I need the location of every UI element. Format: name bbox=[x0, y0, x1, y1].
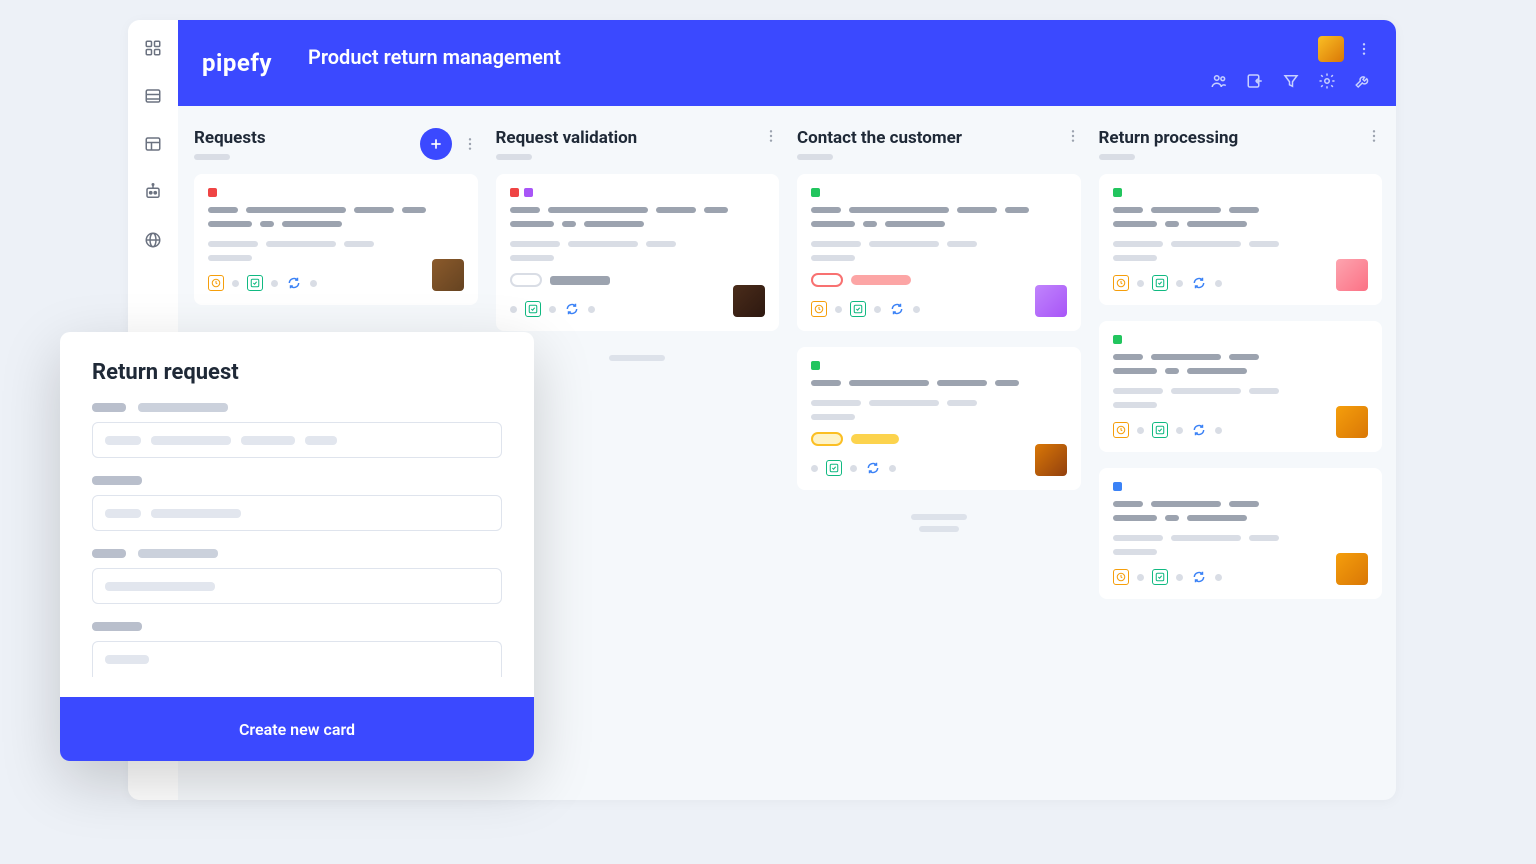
clock-icon bbox=[811, 301, 827, 317]
refresh-icon bbox=[1191, 569, 1207, 585]
tag-red bbox=[208, 188, 217, 197]
kanban-card[interactable] bbox=[496, 174, 780, 331]
clock-icon bbox=[1113, 569, 1129, 585]
kanban-card[interactable] bbox=[1099, 321, 1383, 452]
refresh-icon bbox=[286, 275, 302, 291]
clock-icon bbox=[1113, 275, 1129, 291]
column-contact: Contact the customer bbox=[797, 128, 1081, 790]
form-field bbox=[92, 403, 502, 458]
column-footer-skeleton bbox=[919, 526, 959, 532]
modal-title: Return request bbox=[92, 360, 502, 385]
refresh-icon bbox=[1191, 422, 1207, 438]
page-title: Product return management bbox=[308, 45, 561, 69]
column-footer-skeleton bbox=[609, 355, 665, 361]
add-card-button[interactable] bbox=[420, 128, 452, 160]
column-title: Request validation bbox=[496, 128, 764, 148]
form-field bbox=[92, 476, 502, 531]
clock-icon bbox=[1113, 422, 1129, 438]
checkbox-icon bbox=[525, 301, 541, 317]
refresh-icon bbox=[1191, 275, 1207, 291]
more-icon[interactable] bbox=[1356, 41, 1372, 57]
text-input[interactable] bbox=[92, 422, 502, 458]
layout-icon[interactable] bbox=[143, 134, 163, 154]
column-title: Requests bbox=[194, 128, 420, 148]
checkbox-icon bbox=[1152, 275, 1168, 291]
column-title: Return processing bbox=[1099, 128, 1367, 148]
assignee-avatar bbox=[1035, 285, 1067, 317]
assignee-avatar bbox=[1336, 553, 1368, 585]
assignee-avatar bbox=[733, 285, 765, 317]
list-icon[interactable] bbox=[143, 86, 163, 106]
create-card-button[interactable]: Create new card bbox=[60, 697, 534, 761]
gear-icon[interactable] bbox=[1318, 72, 1336, 90]
refresh-icon bbox=[889, 301, 905, 317]
text-input[interactable] bbox=[92, 568, 502, 604]
column-footer-skeleton bbox=[911, 514, 967, 520]
robot-icon[interactable] bbox=[143, 182, 163, 202]
kanban-card[interactable] bbox=[797, 174, 1081, 331]
kanban-card[interactable] bbox=[1099, 174, 1383, 305]
checkbox-icon bbox=[850, 301, 866, 317]
kanban-card[interactable] bbox=[194, 174, 478, 305]
assignee-avatar bbox=[1336, 406, 1368, 438]
apps-icon[interactable] bbox=[143, 38, 163, 58]
form-field bbox=[92, 549, 502, 604]
refresh-icon bbox=[564, 301, 580, 317]
checkbox-icon bbox=[247, 275, 263, 291]
import-icon[interactable] bbox=[1246, 72, 1264, 90]
clock-icon bbox=[208, 275, 224, 291]
column-more-icon[interactable] bbox=[1065, 128, 1081, 144]
kanban-card[interactable] bbox=[1099, 468, 1383, 599]
text-input[interactable] bbox=[92, 495, 502, 531]
assignee-avatar bbox=[1336, 259, 1368, 291]
assignee-avatar bbox=[432, 259, 464, 291]
checkbox-icon bbox=[1152, 422, 1168, 438]
assignee-avatar bbox=[1035, 444, 1067, 476]
members-icon[interactable] bbox=[1210, 72, 1228, 90]
header: pipefy Product return management bbox=[178, 20, 1396, 106]
text-input[interactable] bbox=[92, 641, 502, 677]
column-subtitle-skeleton bbox=[496, 154, 532, 160]
logo: pipefy bbox=[202, 49, 272, 77]
column-more-icon[interactable] bbox=[1366, 128, 1382, 144]
checkbox-icon bbox=[1152, 569, 1168, 585]
checkbox-icon bbox=[826, 460, 842, 476]
column-processing: Return processing bbox=[1099, 128, 1383, 790]
column-subtitle-skeleton bbox=[194, 154, 230, 160]
kanban-card[interactable] bbox=[797, 347, 1081, 490]
column-subtitle-skeleton bbox=[797, 154, 833, 160]
refresh-icon bbox=[865, 460, 881, 476]
column-subtitle-skeleton bbox=[1099, 154, 1135, 160]
column-more-icon[interactable] bbox=[763, 128, 779, 144]
form-field bbox=[92, 622, 502, 677]
filter-icon[interactable] bbox=[1282, 72, 1300, 90]
wrench-icon[interactable] bbox=[1354, 72, 1372, 90]
globe-icon[interactable] bbox=[143, 230, 163, 250]
column-title: Contact the customer bbox=[797, 128, 1065, 148]
column-validation: Request validation bbox=[496, 128, 780, 790]
column-more-icon[interactable] bbox=[462, 136, 478, 152]
user-avatar[interactable] bbox=[1318, 36, 1344, 62]
create-card-modal: Return request Create new card bbox=[60, 332, 534, 761]
